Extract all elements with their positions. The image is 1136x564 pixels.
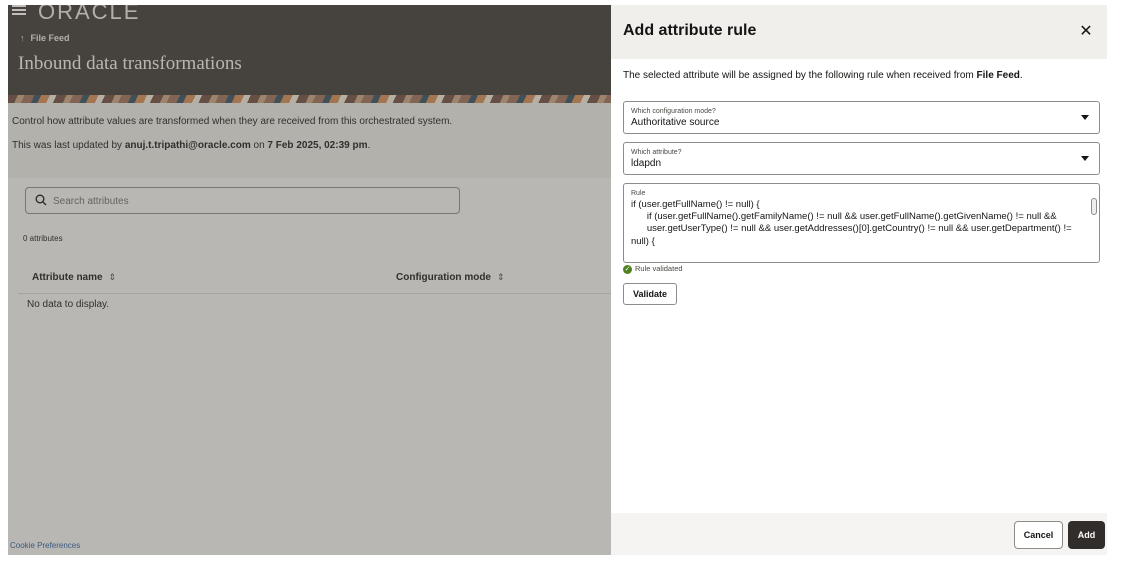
close-icon[interactable]: ✕ xyxy=(1077,23,1095,41)
intro-prefix: The selected attribute will be assigned … xyxy=(623,70,977,81)
search-input[interactable] xyxy=(53,192,453,210)
column-label: Attribute name xyxy=(32,272,103,283)
arrow-up-icon: ↑ xyxy=(20,33,25,43)
page-header: ORACLE ↑ File Feed Inbound data transform… xyxy=(8,5,611,97)
configuration-mode-label: Which configuration mode? xyxy=(631,108,716,115)
main-page: ORACLE ↑ File Feed Inbound data transform… xyxy=(8,5,611,555)
search-icon xyxy=(35,194,47,206)
rule-label: Rule xyxy=(631,190,646,197)
description-area: Control how attribute values are transfo… xyxy=(8,103,611,178)
table-header: Attribute name ⇕ Configuration mode ⇕ xyxy=(18,267,611,294)
breadcrumb-label: File Feed xyxy=(30,33,70,43)
cancel-button[interactable]: Cancel xyxy=(1014,521,1063,549)
drawer-title: Add attribute rule xyxy=(623,22,757,39)
last-updated-date: 7 Feb 2025, 02:39 pm xyxy=(267,140,368,151)
attribute-count: 0 attributes xyxy=(23,234,63,243)
check-circle-icon: ✓ xyxy=(623,264,632,274)
column-header-configuration-mode[interactable]: Configuration mode ⇕ xyxy=(396,272,505,283)
app-window: ORACLE ↑ File Feed Inbound data transform… xyxy=(8,5,1107,555)
last-updated-text: This was last updated by anuj.t.tripathi… xyxy=(12,140,370,151)
cookie-preferences-link[interactable]: Cookie Preferences xyxy=(10,541,80,550)
attribute-label: Which attribute? xyxy=(631,149,682,156)
oracle-logo: ORACLE xyxy=(38,5,141,24)
configuration-mode-value: Authoritative source xyxy=(631,117,720,128)
rule-status: ✓ Rule validated xyxy=(623,264,683,274)
rule-text[interactable]: if (user.getFullName() != null) { if (us… xyxy=(631,199,1075,248)
decorative-banner xyxy=(8,95,611,103)
rule-textarea[interactable]: Rule if (user.getFullName() != null) { i… xyxy=(623,183,1100,263)
search-field[interactable] xyxy=(25,187,460,214)
drawer-intro: The selected attribute will be assigned … xyxy=(623,70,1023,81)
configuration-mode-select[interactable]: Which configuration mode? Authoritative … xyxy=(623,101,1100,134)
rule-status-text: Rule validated xyxy=(635,264,683,273)
last-updated-on: on xyxy=(250,140,268,151)
attribute-value: ldapdn xyxy=(631,158,662,169)
sort-icon[interactable]: ⇕ xyxy=(109,272,117,282)
empty-table-message: No data to display. xyxy=(27,299,110,310)
add-button[interactable]: Add xyxy=(1068,521,1105,549)
rule-scrollbar[interactable] xyxy=(1091,198,1097,215)
drawer-footer: Cancel Add xyxy=(611,513,1107,555)
attribute-select[interactable]: Which attribute? ldapdn xyxy=(623,142,1100,175)
intro-suffix: . xyxy=(1019,70,1023,81)
column-label: Configuration mode xyxy=(396,272,491,283)
last-updated-user: anuj.t.tripathi@oracle.com xyxy=(124,140,251,151)
chevron-down-icon xyxy=(1081,115,1089,120)
validate-button[interactable]: Validate xyxy=(623,283,677,305)
page-description: Control how attribute values are transfo… xyxy=(12,116,453,127)
drawer-header: Add attribute rule ✕ xyxy=(611,5,1107,59)
sort-icon[interactable]: ⇕ xyxy=(497,272,505,282)
page-title: Inbound data transformations xyxy=(18,53,242,74)
last-updated-suffix: . xyxy=(367,140,371,151)
add-attribute-rule-drawer: Add attribute rule ✕ The selected attrib… xyxy=(611,5,1107,555)
menu-icon[interactable] xyxy=(12,5,26,15)
intro-source: File Feed xyxy=(976,70,1020,81)
last-updated-prefix: This was last updated by xyxy=(12,140,125,151)
column-header-attribute-name[interactable]: Attribute name ⇕ xyxy=(32,272,116,283)
breadcrumb[interactable]: ↑ File Feed xyxy=(20,33,70,43)
chevron-down-icon xyxy=(1081,156,1089,161)
